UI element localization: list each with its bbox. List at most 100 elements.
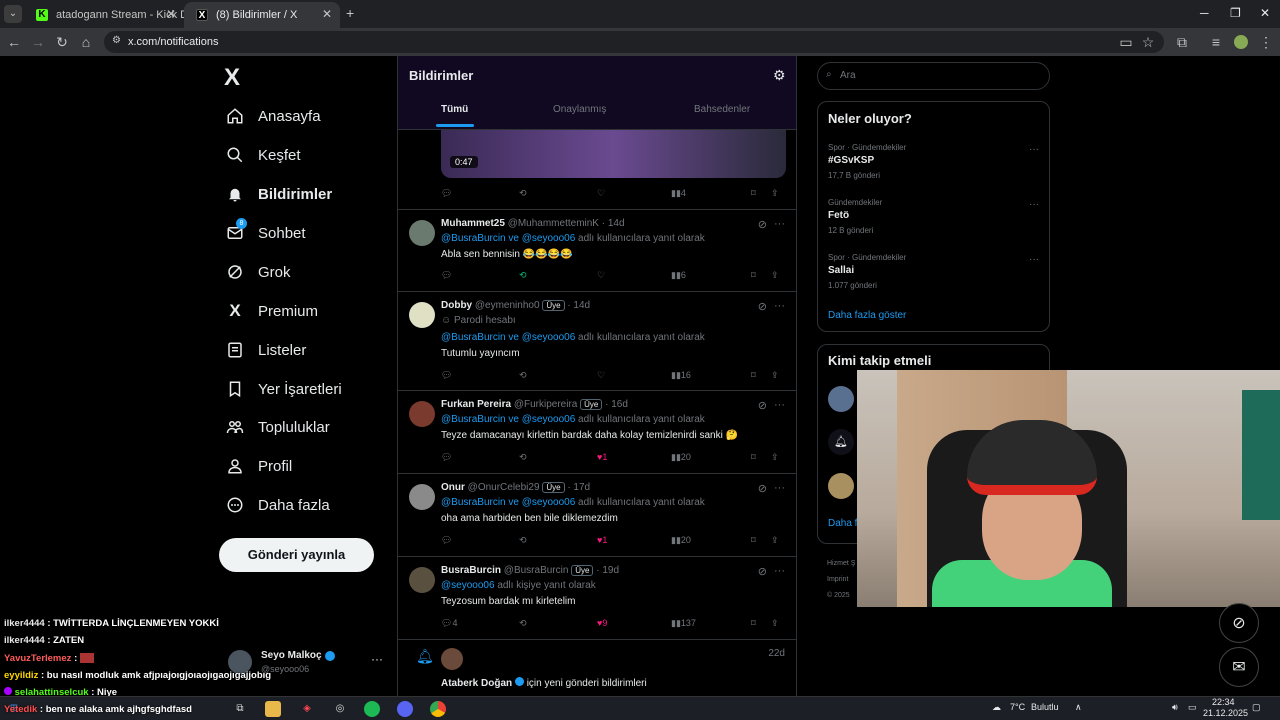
network-icon[interactable]: ▭ bbox=[1188, 702, 1197, 713]
trend-more-icon[interactable]: ··· bbox=[1029, 199, 1039, 210]
author-handle[interactable]: @eymeninho0 bbox=[475, 300, 540, 311]
more-icon[interactable]: ··· bbox=[774, 218, 785, 230]
nav-explore[interactable]: Keşfet bbox=[226, 139, 301, 171]
nav-grok[interactable]: Grok bbox=[226, 256, 291, 288]
share-icon[interactable]: ⇪ bbox=[771, 618, 779, 629]
author-name[interactable]: BusraBurcin bbox=[441, 565, 501, 576]
avatar[interactable] bbox=[409, 220, 435, 246]
views-icon[interactable]: ▮▮ 4 bbox=[671, 188, 686, 199]
clock-date[interactable]: 21.12.2025 bbox=[1203, 708, 1248, 718]
grok-icon[interactable]: ⊘ bbox=[758, 399, 767, 412]
grok-icon[interactable]: ⊘ bbox=[758, 218, 767, 231]
share-icon[interactable]: ⇪ bbox=[771, 270, 779, 281]
author-handle[interactable]: @OnurCelebi29 bbox=[468, 482, 540, 493]
grok-icon[interactable]: ⊘ bbox=[758, 482, 767, 495]
reply-icon[interactable]: 💬︎ bbox=[441, 270, 452, 281]
tab-kick-dashboard[interactable]: K atadogann Stream - Kick Dashb... ✕ bbox=[24, 2, 184, 28]
like-icon[interactable]: ♥ 1 bbox=[597, 452, 607, 462]
avatar[interactable] bbox=[409, 484, 435, 510]
valorant-icon[interactable]: ◈ bbox=[299, 701, 315, 717]
site-info-icon[interactable]: ⚙ bbox=[112, 35, 121, 46]
more-icon[interactable]: ··· bbox=[774, 565, 785, 577]
chrome-icon[interactable] bbox=[430, 701, 446, 717]
reply-mentions[interactable]: @BusraBurcin ve @seyooo06 bbox=[441, 497, 575, 508]
bookmark-star-icon[interactable]: ☆ bbox=[1140, 34, 1156, 51]
author-name[interactable]: Muhammet25 bbox=[441, 218, 505, 229]
bookmark-post-icon[interactable]: ⌑ bbox=[751, 452, 756, 463]
notification-row[interactable]: Furkan Pereira @Furkipereira Üye · 16d ⊘… bbox=[398, 391, 796, 474]
repost-icon[interactable]: ⟲ bbox=[519, 188, 527, 199]
author-name[interactable]: Dobby bbox=[441, 300, 472, 311]
like-icon[interactable]: ♥ 9 bbox=[597, 618, 607, 628]
author-handle[interactable]: @Furkipereira bbox=[514, 399, 578, 410]
author-handle[interactable]: @BusraBurcin bbox=[504, 565, 569, 576]
author-handle[interactable]: @MuhammetteminK bbox=[508, 218, 599, 229]
share-icon[interactable]: ⇪ bbox=[771, 370, 779, 381]
nav-communities[interactable]: Topluluklar bbox=[226, 411, 330, 443]
grok-icon[interactable]: ⊘ bbox=[758, 565, 767, 578]
repost-icon[interactable]: ⟲ bbox=[519, 618, 527, 629]
media-control-icon[interactable]: ≡ bbox=[1208, 34, 1224, 50]
avatar[interactable] bbox=[409, 302, 435, 328]
footer-link[interactable]: Imprint bbox=[827, 572, 855, 588]
account-more-icon[interactable]: ··· bbox=[371, 652, 383, 666]
clock-time[interactable]: 22:34 bbox=[1212, 697, 1235, 707]
tab-verified[interactable]: Onaylanmış bbox=[553, 104, 606, 115]
close-window-icon[interactable]: ✕ bbox=[1260, 6, 1270, 20]
new-tab-button[interactable]: + bbox=[346, 5, 354, 21]
bookmark-post-icon[interactable]: ⌑ bbox=[751, 535, 756, 546]
extensions-icon[interactable]: ⧉ bbox=[1174, 34, 1190, 51]
tab-x-notifications[interactable]: X (8) Bildirimler / X ✕ bbox=[184, 2, 340, 28]
author-name[interactable]: Onur bbox=[441, 482, 465, 493]
repost-icon[interactable]: ⟲ bbox=[519, 270, 527, 281]
x-logo[interactable]: X bbox=[224, 64, 240, 92]
nav-chat[interactable]: 8 Sohbet bbox=[226, 217, 306, 249]
reply-icon[interactable]: 💬︎ bbox=[441, 535, 452, 546]
nav-home[interactable]: Anasayfa bbox=[226, 100, 321, 132]
obs-icon[interactable]: ◎ bbox=[332, 701, 348, 717]
grok-icon[interactable]: ⊘ bbox=[758, 300, 767, 313]
avatar[interactable] bbox=[828, 386, 854, 412]
footer-link[interactable]: Hizmet Ş bbox=[827, 556, 855, 572]
messages-float-button[interactable]: ✉ bbox=[1219, 647, 1259, 687]
restore-icon[interactable]: ❐ bbox=[1230, 6, 1241, 20]
repost-icon[interactable]: ⟲ bbox=[519, 370, 527, 381]
settings-icon[interactable]: ⚙ bbox=[773, 67, 786, 84]
task-view-icon[interactable]: ⧉ bbox=[232, 701, 248, 717]
share-icon[interactable]: ⇪ bbox=[771, 452, 779, 463]
views-icon[interactable]: ▮▮ 16 bbox=[671, 370, 691, 381]
nav-profile[interactable]: Profil bbox=[226, 450, 292, 482]
like-icon[interactable]: ♥ 1 bbox=[597, 535, 607, 545]
notification-row[interactable]: BusraBurcin @BusraBurcin Üye · 19d ⊘ ···… bbox=[398, 557, 796, 640]
discord-icon[interactable] bbox=[397, 701, 413, 717]
avatar[interactable] bbox=[409, 567, 435, 593]
nav-more[interactable]: Daha fazla bbox=[226, 489, 330, 521]
reload-icon[interactable]: ↻ bbox=[54, 34, 70, 51]
weather-text[interactable]: Bulutlu bbox=[1031, 702, 1059, 712]
show-more-link[interactable]: Daha fazla göster bbox=[828, 310, 906, 321]
share-icon[interactable]: ⇪ bbox=[771, 535, 779, 546]
avatar[interactable]: 🔔︎ bbox=[828, 429, 854, 455]
volume-icon[interactable]: 🔊︎ bbox=[1172, 702, 1178, 713]
avatar[interactable] bbox=[828, 473, 854, 499]
menu-icon[interactable]: ⋮ bbox=[1258, 34, 1274, 51]
cast-icon[interactable]: ▭ bbox=[1118, 34, 1134, 51]
nav-bookmarks[interactable]: Yer İşaretleri bbox=[226, 373, 342, 405]
reply-icon[interactable]: 💬︎ 4 bbox=[441, 618, 457, 629]
bookmark-post-icon[interactable]: ⌑ bbox=[751, 270, 756, 281]
reply-mentions[interactable]: @BusraBurcin ve @seyooo06 bbox=[441, 233, 575, 244]
trend-more-icon[interactable]: ··· bbox=[1029, 254, 1039, 265]
like-icon[interactable]: ♡ bbox=[597, 270, 605, 281]
views-icon[interactable]: ▮▮ 6 bbox=[671, 270, 686, 281]
tab-list-button[interactable]: ⌄ bbox=[4, 5, 22, 23]
spotify-icon[interactable] bbox=[364, 701, 380, 717]
video-thumbnail[interactable]: 0:47 bbox=[441, 130, 786, 178]
author-name[interactable]: Furkan Pereira bbox=[441, 399, 511, 410]
views-icon[interactable]: ▮▮ 20 bbox=[671, 452, 691, 463]
more-icon[interactable]: ··· bbox=[774, 300, 785, 312]
url-field[interactable]: ⚙ x.com/notifications bbox=[104, 31, 1164, 53]
reply-icon[interactable]: 💬︎ bbox=[441, 188, 452, 199]
file-explorer-icon[interactable] bbox=[265, 701, 281, 717]
notification-center-icon[interactable]: ▢ bbox=[1252, 702, 1261, 713]
notification-row[interactable]: Dobby @eymeninho0 Üye · 14d ⊘ ··· ☺ Paro… bbox=[398, 292, 796, 391]
